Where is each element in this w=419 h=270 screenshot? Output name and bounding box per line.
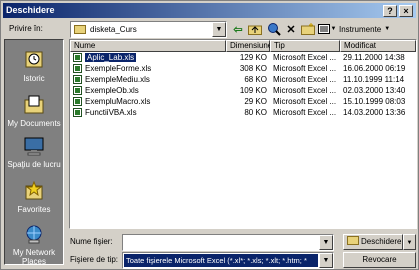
file-row[interactable]: ExempleMediu.xls 68 KO Microsoft Excel .…: [70, 74, 416, 85]
delete-button[interactable]: ✕: [282, 20, 300, 38]
file-row[interactable]: ExempleForme.xls 308 KO Microsoft Excel …: [70, 63, 416, 74]
network-places-icon: [26, 225, 42, 244]
chevron-down-icon: ▼: [384, 26, 391, 32]
my-documents-icon: [24, 95, 44, 114]
views-button[interactable]: ▼: [316, 20, 338, 38]
file-modified: 02.03.2000 13:40: [343, 86, 406, 95]
place-label: My Network Places: [12, 248, 56, 266]
file-name: FunctiiVBA.xls: [85, 108, 137, 117]
file-size: 80 KO: [244, 108, 267, 117]
chevron-down-icon: ▼: [330, 26, 337, 32]
filetype-label: Fişiere de tip:: [70, 255, 119, 264]
place-label: My Documents: [7, 119, 61, 128]
tools-label: Instrumente: [339, 24, 382, 34]
close-icon[interactable]: ×: [399, 5, 413, 17]
chevron-down-icon[interactable]: ▼: [319, 253, 333, 268]
cancel-button[interactable]: Revocare: [343, 252, 416, 268]
chevron-down-icon: ▼: [406, 240, 413, 246]
file-list[interactable]: Nume Dimensiune Tip Modificat Aplic_Lab.…: [69, 39, 417, 229]
file-name: ExempleMediu.xls: [85, 75, 150, 84]
favorites-icon: [25, 180, 43, 200]
file-size: 109 KO: [239, 86, 267, 95]
place-label: Spaţiu de lucru: [7, 160, 61, 169]
open-button-label: Deschidere: [361, 237, 402, 246]
file-size: 68 KO: [244, 75, 267, 84]
cancel-button-label: Revocare: [362, 255, 397, 264]
column-header-size[interactable]: Dimensiune: [226, 40, 272, 52]
file-modified: 14.03.2000 13:36: [343, 108, 406, 117]
file-row[interactable]: ExempleOb.xls 109 KO Microsoft Excel ...…: [70, 85, 416, 96]
file-type: Microsoft Excel ...: [273, 97, 337, 106]
file-size: 129 KO: [239, 53, 267, 62]
file-type: Microsoft Excel ...: [273, 86, 337, 95]
filename-input[interactable]: ▼: [122, 234, 334, 251]
excel-file-icon: [73, 53, 82, 62]
chevron-down-icon[interactable]: ▼: [212, 22, 226, 37]
excel-file-icon: [73, 97, 82, 106]
file-type: Microsoft Excel ...: [273, 53, 337, 62]
place-label: Favorites: [17, 205, 51, 214]
open-options-button[interactable]: ▼: [403, 234, 416, 250]
tools-menu[interactable]: Instrumente ▼: [339, 20, 417, 38]
place-label: Istoric: [23, 74, 45, 83]
file-row[interactable]: ExempluMacro.xls 29 KO Microsoft Excel .…: [70, 96, 416, 107]
desktop-icon: [24, 137, 44, 156]
help-icon[interactable]: ?: [383, 5, 397, 17]
file-modified: 29.11.2000 14:38: [343, 53, 405, 62]
file-name: ExempleOb.xls: [85, 86, 139, 95]
file-name: ExempluMacro.xls: [85, 97, 151, 106]
excel-file-icon: [73, 64, 82, 73]
excel-file-icon: [73, 108, 82, 117]
file-name: Aplic_Lab.xls: [85, 53, 137, 62]
history-icon: [25, 51, 43, 68]
look-in-dropdown[interactable]: disketa_Curs ▼: [70, 21, 227, 38]
filetype-dropdown[interactable]: Toate fişierele Microsoft Excel (*.xl*; …: [122, 252, 334, 269]
file-type: Microsoft Excel ...: [273, 64, 337, 73]
column-header-modified[interactable]: Modificat: [340, 40, 416, 52]
place-desktop[interactable]: Spaţiu de lucru: [5, 136, 63, 169]
title-bar: Deschidere ? ×: [3, 3, 416, 18]
file-size: 308 KO: [239, 64, 267, 73]
file-row[interactable]: Aplic_Lab.xls 129 KO Microsoft Excel ...…: [70, 52, 416, 63]
place-history[interactable]: Istoric: [5, 50, 63, 83]
excel-file-icon: [73, 86, 82, 95]
file-type: Microsoft Excel ...: [273, 75, 337, 84]
search-web-button[interactable]: [265, 20, 283, 38]
place-my-documents[interactable]: My Documents: [5, 95, 63, 128]
new-folder-icon: [301, 23, 315, 35]
search-web-icon: [268, 23, 281, 36]
file-row[interactable]: FunctiiVBA.xls 80 KO Microsoft Excel ...…: [70, 107, 416, 118]
column-header-type[interactable]: Tip: [270, 40, 340, 52]
open-folder-icon: [347, 236, 359, 245]
views-icon: [317, 24, 330, 34]
chevron-down-icon[interactable]: ▼: [319, 235, 333, 250]
new-folder-button[interactable]: [299, 20, 317, 38]
file-name: ExempleForme.xls: [85, 64, 152, 73]
column-header-name[interactable]: Nume: [70, 40, 226, 52]
file-modified: 15.10.1999 08:03: [343, 97, 406, 106]
delete-icon: ✕: [286, 23, 296, 36]
place-network[interactable]: My Network Places: [5, 224, 63, 266]
folder-icon: [74, 25, 86, 34]
open-button[interactable]: Deschidere: [343, 234, 403, 250]
look-in-value: disketa_Curs: [90, 25, 137, 34]
file-modified: 16.06.2000 06:19: [343, 64, 406, 73]
back-arrow-icon: ⇦: [233, 23, 243, 36]
filetype-value: Toate fişierele Microsoft Excel (*.xl*; …: [124, 254, 318, 267]
open-dialog: Deschidere ? × Privire în: disketa_Curs …: [0, 0, 419, 270]
file-modified: 11.10.1999 11:14: [343, 75, 405, 84]
dialog-title: Deschidere: [6, 5, 55, 15]
up-folder-icon: [248, 25, 262, 35]
excel-file-icon: [73, 75, 82, 84]
file-size: 29 KO: [244, 97, 267, 106]
look-in-label: Privire în:: [9, 24, 43, 33]
back-button[interactable]: ⇦: [229, 20, 247, 38]
place-favorites[interactable]: Favorites: [5, 180, 63, 214]
up-folder-button[interactable]: [246, 20, 264, 38]
places-bar: Istoric My Documents Spaţiu de lucru Fav…: [4, 39, 64, 266]
filename-label: Nume fişier:: [70, 237, 113, 246]
file-type: Microsoft Excel ...: [273, 108, 337, 117]
